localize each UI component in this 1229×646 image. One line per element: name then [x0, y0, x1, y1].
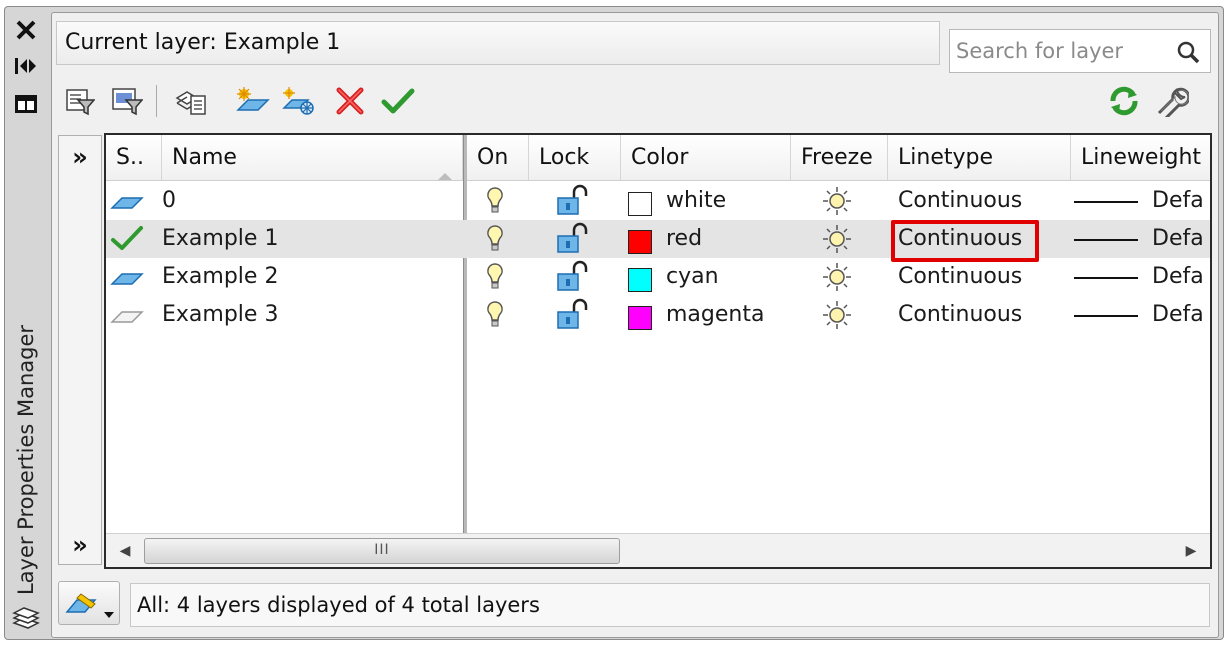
lightbulb-on-icon[interactable] — [484, 220, 514, 258]
column-header-name[interactable]: Name — [162, 135, 463, 181]
table-row[interactable]: Example 3 magenta Continuous Defa — [106, 296, 1210, 334]
unlocked-icon[interactable] — [554, 258, 594, 296]
layer-icon — [110, 182, 148, 220]
invert-filter-button[interactable] — [58, 581, 120, 625]
layer-unused-icon — [110, 296, 148, 334]
filter-pane-collapsed: » » — [58, 135, 102, 565]
layer-states-manager-icon[interactable] — [170, 81, 210, 121]
auto-hide-icon[interactable] — [12, 52, 40, 80]
column-header-status[interactable]: S.. — [106, 135, 162, 181]
expand-filter-bottom-icon[interactable]: » — [63, 528, 97, 562]
delete-layer-icon[interactable] — [330, 81, 370, 121]
new-properties-filter-icon[interactable] — [58, 81, 98, 121]
lineweight-value[interactable]: Defa — [1152, 220, 1210, 258]
color-swatch[interactable] — [628, 306, 652, 330]
unlocked-icon[interactable] — [554, 182, 594, 220]
linetype-value[interactable]: Continuous — [898, 258, 1068, 296]
column-header-lineweight[interactable]: Lineweight — [1071, 135, 1210, 181]
sun-thawed-icon[interactable] — [820, 220, 860, 258]
new-layer-vp-frozen-icon[interactable] — [278, 81, 318, 121]
column-header-linetype[interactable]: Linetype — [888, 135, 1071, 181]
layer-name[interactable]: Example 1 — [162, 220, 452, 258]
column-header-name-label: Name — [172, 145, 237, 170]
lineweight-value[interactable]: Defa — [1152, 182, 1210, 220]
table-row[interactable]: 0 white Continuous Defa — [106, 182, 1210, 220]
color-swatch[interactable] — [628, 268, 652, 292]
scroll-thumb[interactable]: III — [144, 538, 620, 564]
current-check-icon — [110, 220, 148, 258]
sun-thawed-icon[interactable] — [820, 182, 860, 220]
unlocked-icon[interactable] — [554, 220, 594, 258]
layer-icon — [110, 258, 148, 296]
lineweight-sample — [1074, 201, 1138, 203]
color-swatch[interactable] — [628, 192, 652, 216]
set-current-icon[interactable] — [378, 81, 418, 121]
column-header-on[interactable]: On — [467, 135, 529, 181]
lineweight-value[interactable]: Defa — [1152, 258, 1210, 296]
new-group-filter-icon[interactable] — [106, 81, 146, 121]
color-name[interactable]: cyan — [666, 258, 786, 296]
palette-title-strip: Layer Properties Manager — [6, 10, 46, 638]
scroll-right-arrow-icon[interactable]: ▶ — [1180, 539, 1202, 563]
layer-list-grid: S.. Name On Lock Color Freeze Linetype L… — [104, 133, 1212, 569]
table-row[interactable]: Example 2 cyan Continuous Defa — [106, 258, 1210, 296]
filter-layer-icon — [65, 590, 99, 624]
new-layer-icon[interactable] — [232, 81, 272, 121]
color-name[interactable]: white — [666, 182, 786, 220]
column-header-freeze[interactable]: Freeze — [791, 135, 888, 181]
table-row[interactable]: Example 1 red Continuous Defa — [106, 220, 1210, 258]
lineweight-value[interactable]: Defa — [1152, 296, 1210, 334]
horizontal-scrollbar[interactable]: ◀ III ▶ — [106, 533, 1210, 567]
lightbulb-on-icon[interactable] — [484, 258, 514, 296]
sun-thawed-icon[interactable] — [820, 258, 860, 296]
color-swatch[interactable] — [628, 230, 652, 254]
search-input[interactable] — [950, 39, 1160, 63]
scroll-left-arrow-icon[interactable]: ◀ — [114, 539, 136, 563]
layer-name[interactable]: Example 2 — [162, 258, 452, 296]
close-icon[interactable] — [12, 16, 40, 44]
linetype-value[interactable]: Continuous — [898, 296, 1068, 334]
lineweight-sample — [1074, 315, 1138, 317]
color-name[interactable]: magenta — [666, 296, 786, 334]
current-layer-label: Current layer: Example 1 — [56, 21, 940, 65]
layer-name[interactable]: Example 3 — [162, 296, 452, 334]
settings-icon[interactable] — [1152, 81, 1192, 121]
properties-menu-icon[interactable] — [12, 90, 40, 118]
palette-title: Layer Properties Manager — [14, 324, 38, 596]
linetype-value[interactable]: Continuous — [898, 182, 1068, 220]
sun-thawed-icon[interactable] — [820, 296, 860, 334]
sort-ascending-icon — [436, 153, 454, 180]
search-icon[interactable] — [1176, 40, 1200, 70]
layer-name[interactable]: 0 — [162, 182, 452, 220]
lightbulb-on-icon[interactable] — [484, 296, 514, 334]
column-header-lock[interactable]: Lock — [529, 135, 621, 181]
expand-filter-tree-icon[interactable]: » — [63, 140, 97, 174]
status-text: All: 4 layers displayed of 4 total layer… — [130, 583, 1210, 627]
toolbar-separator — [156, 85, 157, 117]
layer-stack-icon — [12, 604, 40, 632]
main-panel: Current layer: Example 1 » » S.. — [51, 12, 1219, 638]
lineweight-sample — [1074, 239, 1138, 241]
chevron-down-icon — [103, 600, 115, 625]
column-header-color[interactable]: Color — [621, 135, 791, 181]
color-name[interactable]: red — [666, 220, 786, 258]
linetype-value[interactable]: Continuous — [898, 220, 1068, 258]
refresh-icon[interactable] — [1104, 81, 1144, 121]
lineweight-sample — [1074, 277, 1138, 279]
search-box[interactable] — [949, 29, 1211, 73]
lightbulb-on-icon[interactable] — [484, 182, 514, 220]
unlocked-icon[interactable] — [554, 296, 594, 334]
